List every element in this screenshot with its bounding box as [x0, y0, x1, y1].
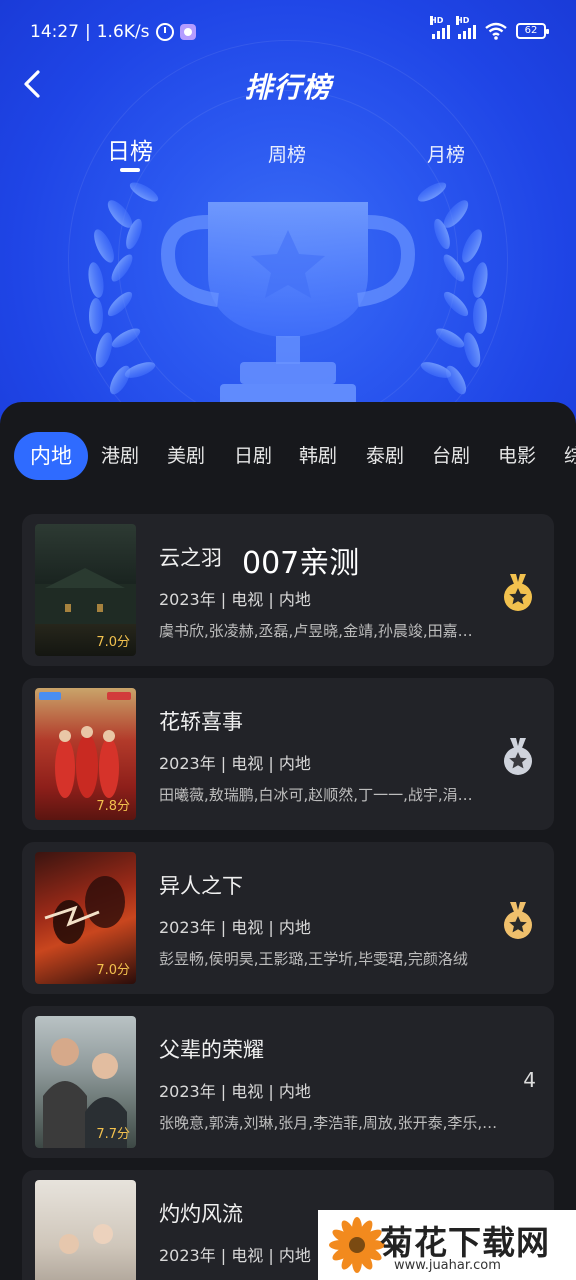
tab-weekly[interactable]: 周榜 — [268, 140, 306, 167]
chrysanthemum-logo-icon — [329, 1217, 385, 1273]
score-label: 7.8分 — [96, 799, 130, 814]
item-meta: 2023年 | 电视 | 内地 — [159, 1082, 311, 1101]
item-cast: 虞书欣,张凌赫,丞磊,卢昱晓,金靖,孙晨竣,田嘉… — [159, 622, 473, 640]
page-title: 排行榜 — [244, 71, 332, 104]
alarm-icon — [155, 23, 174, 41]
laurel-left-icon — [88, 182, 159, 395]
trophy-icon — [88, 182, 488, 406]
category-tab-mainland[interactable]: 内地 — [14, 432, 88, 480]
category-tab-variety[interactable]: 综 — [564, 432, 576, 480]
category-tabs: 内地 港剧 美剧 日剧 韩剧 泰剧 台剧 电影 综 — [0, 432, 576, 480]
tab-daily[interactable]: 日榜 — [107, 132, 153, 166]
category-tab-japan[interactable]: 日剧 — [234, 432, 272, 480]
poster-image: 7.0分 — [35, 852, 136, 984]
item-title: 灼灼风流 — [159, 1202, 243, 1226]
silver-medal-icon — [504, 738, 532, 775]
watermark-title: 菊花下载网 — [380, 1223, 550, 1262]
item-cast: 彭昱畅,侯明昊,王影璐,王学圻,毕雯珺,完颜洛绒 — [159, 950, 468, 968]
battery-icon: 62 — [516, 23, 549, 39]
laurel-right-icon — [417, 182, 488, 395]
ranking-item[interactable]: 7.0分 异人之下 2023年 | 电视 | 内地 彭昱畅,侯明昊,王影璐,王学… — [22, 842, 554, 994]
item-cast: 张晚意,郭涛,刘琳,张月,李浩菲,周放,张开泰,李乐,… — [159, 1114, 498, 1132]
item-title: 父辈的荣耀 — [159, 1038, 264, 1062]
poster-image: 7.8分 — [35, 688, 136, 820]
category-tab-thai[interactable]: 泰剧 — [366, 432, 404, 480]
item-meta: 2023年 | 电视 | 内地 — [159, 754, 311, 773]
signal-hd-label: HD — [456, 16, 470, 25]
category-tab-korea[interactable]: 韩剧 — [299, 432, 337, 480]
cup-icon — [160, 202, 416, 406]
signal-icon: HD — [456, 16, 476, 39]
score-label: 7.7分 — [96, 1127, 130, 1142]
ranking-item[interactable]: 7.8分 花轿喜事 2023年 | 电视 | 内地 田曦薇,敖瑞鹏,白冰可,赵顺… — [22, 678, 554, 830]
item-title: 花轿喜事 — [159, 710, 243, 734]
watermark-url: www.juahar.com — [394, 1258, 501, 1273]
poster-image: 7.0分 — [35, 524, 136, 656]
item-meta: 2023年 | 电视 | 内地 — [159, 918, 311, 937]
rank-number: 4 — [523, 1068, 536, 1092]
category-tab-taiwan[interactable]: 台剧 — [432, 432, 470, 480]
poster-image: 7.7分 — [35, 1016, 136, 1148]
status-divider: | — [85, 22, 91, 42]
signal-icon: HD — [430, 16, 450, 39]
item-title: 云之羽 — [159, 546, 222, 570]
category-tab-movie[interactable]: 电影 — [498, 432, 536, 480]
tab-monthly[interactable]: 月榜 — [427, 140, 465, 167]
ranking-item[interactable]: 7.0分 云之羽 2023年 | 电视 | 内地 虞书欣,张凌赫,丞磊,卢昱晓,… — [22, 514, 554, 666]
wifi-icon — [485, 22, 507, 40]
score-label: 7.0分 — [96, 963, 130, 978]
status-net-speed: 1.6K/s — [96, 22, 150, 42]
category-tab-hk[interactable]: 港剧 — [101, 432, 139, 480]
ranking-hero-banner: 14:27 | 1.6K/s HD HD 62 排行榜 日榜 周榜 月榜 — [0, 0, 576, 470]
category-tab-us[interactable]: 美剧 — [167, 432, 205, 480]
signal-hd-label: HD — [430, 16, 444, 25]
gold-medal-icon — [504, 574, 532, 611]
bronze-medal-icon — [504, 902, 532, 939]
overlay-watermark-text: 007亲测 — [242, 546, 360, 581]
score-label: 7.0分 — [96, 635, 130, 650]
item-title: 异人之下 — [159, 874, 243, 898]
site-watermark: 菊花下载网 www.juahar.com — [318, 1210, 576, 1280]
ranking-item[interactable]: 7.7分 父辈的荣耀 2023年 | 电视 | 内地 张晚意,郭涛,刘琳,张月,… — [22, 1006, 554, 1158]
poster-image — [35, 1180, 136, 1280]
status-time: 14:27 — [30, 22, 79, 42]
item-meta: 2023年 | 电视 | 内地 — [159, 590, 311, 609]
item-meta: 2023年 | 电视 | 内地 — [159, 1246, 311, 1265]
item-cast: 田曦薇,敖瑞鹏,白冰可,赵顺然,丁一一,战宇,涓… — [159, 786, 473, 804]
status-bar: 14:27 | 1.6K/s HD HD 62 — [0, 16, 576, 50]
app-notification-icon — [179, 24, 196, 40]
